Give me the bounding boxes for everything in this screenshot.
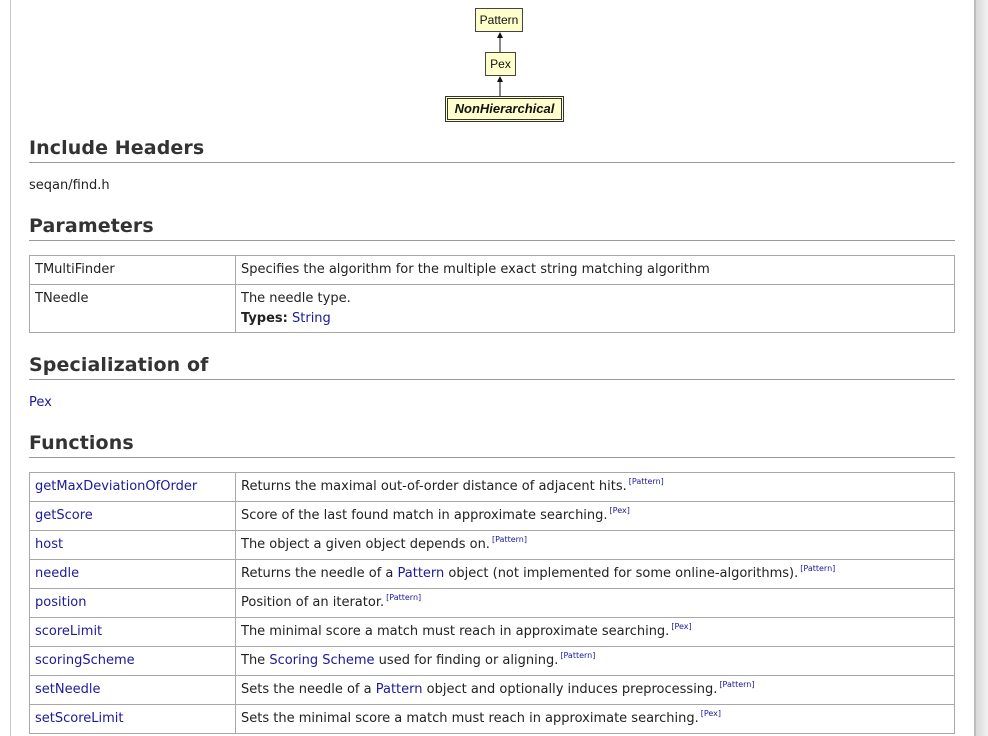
- function-desc: Sets the needle of a: [241, 682, 376, 697]
- function-desc-rest: object and optionally induces preprocess…: [422, 682, 718, 697]
- table-row: needle Returns the needle of a Pattern o…: [29, 559, 955, 589]
- function-desc: Returns the maximal out-of-order distanc…: [241, 479, 627, 494]
- class-tag[interactable]: [Pattern]: [560, 651, 595, 660]
- function-desc: Score of the last found match in approxi…: [241, 508, 608, 523]
- function-link[interactable]: position: [35, 595, 87, 610]
- param-types: Types: String: [241, 311, 949, 326]
- function-link[interactable]: host: [35, 537, 63, 552]
- param-desc: Specifies the algorithm for the multiple…: [235, 255, 955, 285]
- function-link[interactable]: scoreLimit: [35, 624, 102, 639]
- class-tag[interactable]: [Pattern]: [386, 593, 421, 602]
- function-name-cell: scoreLimit: [29, 617, 236, 647]
- function-link[interactable]: scoringScheme: [35, 653, 135, 668]
- function-name-cell: setScoreLimit: [29, 704, 236, 734]
- inline-link-pattern[interactable]: Pattern: [376, 682, 423, 697]
- diagram-node-pattern[interactable]: Pattern: [475, 8, 523, 32]
- function-link[interactable]: setScoreLimit: [35, 711, 124, 726]
- function-name-cell: needle: [29, 559, 236, 589]
- function-desc: Returns the needle of a: [241, 566, 398, 581]
- inline-link-scoring-scheme[interactable]: Scoring Scheme: [269, 653, 374, 668]
- functions-rule: [29, 457, 955, 458]
- function-desc-cell: Position of an iterator. [Pattern]: [235, 588, 955, 618]
- function-link[interactable]: getScore: [35, 508, 93, 523]
- class-tag[interactable]: [Pex]: [671, 622, 691, 631]
- arrowhead-pattern: [497, 32, 503, 38]
- table-row: scoringScheme The Scoring Scheme used fo…: [29, 646, 955, 676]
- table-row: TNeedle The needle type. Types: String: [29, 284, 955, 333]
- function-desc: The minimal score a match must reach in …: [241, 624, 670, 639]
- class-tag[interactable]: [Pattern]: [800, 564, 835, 573]
- function-name-cell: setNeedle: [29, 675, 236, 705]
- parameters-heading: Parameters: [29, 215, 154, 237]
- class-tag[interactable]: [Pex]: [610, 506, 630, 515]
- function-desc-rest: object (not implemented for some online-…: [444, 566, 799, 581]
- functions-table: getMaxDeviationOfOrder Returns the maxim…: [29, 472, 955, 734]
- function-link[interactable]: setNeedle: [35, 682, 100, 697]
- function-link[interactable]: needle: [35, 566, 79, 581]
- parameters-table: TMultiFinder Specifies the algorithm for…: [29, 255, 955, 333]
- param-name: TMultiFinder: [29, 255, 236, 285]
- table-row: getScore Score of the last found match i…: [29, 501, 955, 531]
- function-desc-cell: The minimal score a match must reach in …: [235, 617, 955, 647]
- function-name-cell: getMaxDeviationOfOrder: [29, 472, 236, 502]
- diagram-node-nonhierarchical: NonHierarchical: [445, 96, 564, 122]
- param-name: TNeedle: [29, 284, 236, 333]
- specialization-rule: [29, 379, 955, 380]
- class-tag[interactable]: [Pattern]: [492, 535, 527, 544]
- functions-heading: Functions: [29, 432, 134, 454]
- param-desc-cell: The needle type. Types: String: [235, 284, 955, 333]
- table-row: getMaxDeviationOfOrder Returns the maxim…: [29, 472, 955, 502]
- param-desc: The needle type.: [241, 291, 351, 306]
- table-row: position Position of an iterator. [Patter…: [29, 588, 955, 618]
- function-desc-cell: Score of the last found match in approxi…: [235, 501, 955, 531]
- specialization-link-pex[interactable]: Pex: [29, 395, 52, 410]
- table-row: setScoreLimit Sets the minimal score a m…: [29, 704, 955, 734]
- function-desc-cell: Sets the needle of a Pattern object and …: [235, 675, 955, 705]
- table-row: scoreLimit The minimal score a match mus…: [29, 617, 955, 647]
- function-name-cell: getScore: [29, 501, 236, 531]
- function-desc-rest: used for finding or aligning.: [374, 653, 559, 668]
- table-row: TMultiFinder Specifies the algorithm for…: [29, 255, 955, 285]
- types-link-string[interactable]: String: [292, 311, 331, 326]
- function-name-cell: host: [29, 530, 236, 560]
- arrowhead-pex: [497, 76, 503, 82]
- specialization-heading: Specialization of: [29, 354, 209, 376]
- function-link[interactable]: getMaxDeviationOfOrder: [35, 479, 197, 494]
- inheritance-diagram: Pattern Pex NonHierarchical: [0, 0, 988, 130]
- function-name-cell: position: [29, 588, 236, 618]
- include-headers-heading: Include Headers: [29, 137, 205, 159]
- function-desc-cell: Returns the needle of a Pattern object (…: [235, 559, 955, 589]
- function-desc: Position of an iterator.: [241, 595, 385, 610]
- include-headers-rule: [29, 162, 955, 163]
- function-desc: Sets the minimal score a match must reac…: [241, 711, 699, 726]
- function-desc: The object a given object depends on.: [241, 537, 490, 552]
- include-header-file: seqan/find.h: [29, 178, 110, 193]
- function-desc-cell: The Scoring Scheme used for finding or a…: [235, 646, 955, 676]
- class-tag[interactable]: [Pattern]: [719, 680, 754, 689]
- function-desc-cell: Sets the minimal score a match must reac…: [235, 704, 955, 734]
- function-desc-cell: The object a given object depends on. [Pa…: [235, 530, 955, 560]
- types-label: Types:: [241, 311, 288, 326]
- function-desc-cell: Returns the maximal out-of-order distanc…: [235, 472, 955, 502]
- parameters-rule: [29, 240, 955, 241]
- diagram-node-pex[interactable]: Pex: [485, 52, 516, 76]
- function-name-cell: scoringScheme: [29, 646, 236, 676]
- function-desc: The: [241, 653, 270, 668]
- class-tag[interactable]: [Pex]: [701, 709, 721, 718]
- table-row: host The object a given object depends o…: [29, 530, 955, 560]
- class-tag[interactable]: [Pattern]: [629, 477, 664, 486]
- table-row: setNeedle Sets the needle of a Pattern o…: [29, 675, 955, 705]
- inline-link-pattern[interactable]: Pattern: [398, 566, 445, 581]
